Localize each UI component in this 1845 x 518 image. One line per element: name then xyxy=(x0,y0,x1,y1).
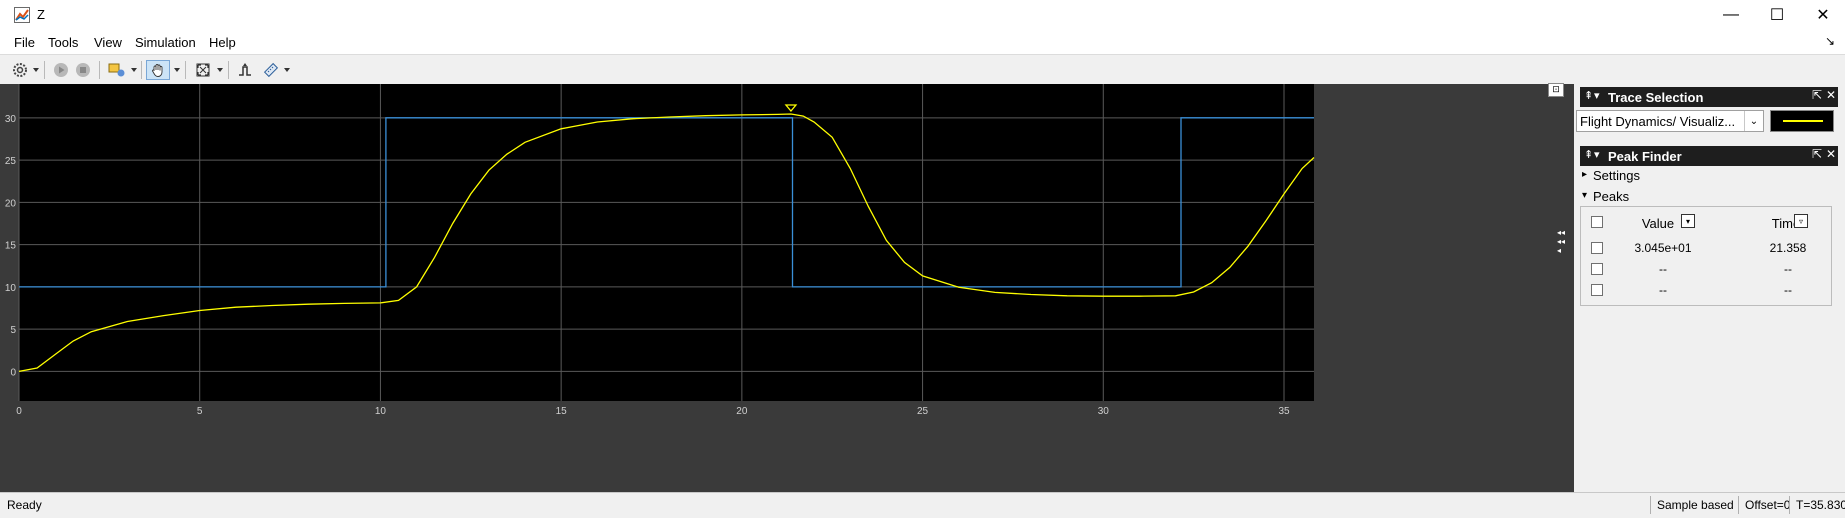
x-tick-label: 5 xyxy=(197,406,203,417)
settings-expander-icon[interactable]: ▸ xyxy=(1582,169,1587,180)
trace-signal-select[interactable]: Flight Dynamics/ Visualiz... ⌄ xyxy=(1576,110,1764,132)
measurement-icon[interactable] xyxy=(260,60,282,80)
undock-panel-icon[interactable]: ⇱ xyxy=(1812,147,1822,161)
y-tick-label: 10 xyxy=(5,283,17,294)
select-all-checkbox[interactable] xyxy=(1591,216,1603,228)
stop-icon[interactable] xyxy=(74,60,92,80)
toolbar-separator xyxy=(228,61,229,79)
time-status: T=35.830 xyxy=(1789,496,1845,514)
layout-dropdown-icon[interactable] xyxy=(131,68,137,72)
measurement-dropdown-icon[interactable] xyxy=(284,68,290,72)
matlab-app-icon xyxy=(14,7,30,23)
y-tick-label: 20 xyxy=(5,198,17,209)
menu-bar: File Tools View Simulation Help ↘ xyxy=(0,30,1845,54)
y-tick-label: 25 xyxy=(5,156,17,167)
status-bar: Ready Sample based Offset=0 T=35.830 xyxy=(0,492,1845,518)
y-tick-label: 5 xyxy=(10,325,16,336)
pin-icon[interactable]: ⇞ xyxy=(1584,89,1593,102)
y-tick-label: 0 xyxy=(10,367,16,378)
toolbar-separator xyxy=(44,61,45,79)
trace-selection-title: Trace Selection xyxy=(1608,89,1704,105)
close-panel-icon[interactable]: ✕ xyxy=(1826,88,1836,102)
x-tick-label: 25 xyxy=(917,406,929,417)
x-tick-label: 15 xyxy=(556,406,568,417)
sample-mode-status: Sample based xyxy=(1650,496,1739,514)
scope-display[interactable]: 0 5 10 15 20 25 30 35 0 5 10 15 20 25 30 ⊡ ◂◂◂◂◂ xyxy=(0,83,1574,492)
trace-selection-header: ⇞ ▾ Trace Selection ⇱ ✕ xyxy=(1580,87,1838,107)
triggers-icon[interactable] xyxy=(234,60,256,80)
offset-status: Offset=0 xyxy=(1738,496,1795,514)
title-bar: Z — ☐ ✕ xyxy=(0,0,1845,30)
menu-file[interactable]: File xyxy=(14,35,35,50)
settings-section[interactable]: Settings xyxy=(1593,168,1640,183)
chevron-down-icon[interactable]: ⌄ xyxy=(1744,111,1763,131)
window-title: Z xyxy=(37,7,45,22)
undock-panel-icon[interactable]: ⇱ xyxy=(1812,88,1822,102)
expand-plot-icon[interactable]: ⊡ xyxy=(1548,83,1564,97)
peak-time: 21.358 xyxy=(1769,241,1807,255)
panel-menu-icon[interactable]: ▾ xyxy=(1594,89,1600,102)
zoom-dropdown-icon[interactable] xyxy=(217,68,223,72)
menu-view[interactable]: View xyxy=(94,35,122,50)
menu-help[interactable]: Help xyxy=(209,35,236,50)
trace-color-line xyxy=(1783,120,1823,122)
column-header-value: Value xyxy=(1641,216,1675,231)
run-icon[interactable] xyxy=(52,60,70,80)
scope-plot[interactable]: 0 5 10 15 20 25 30 35 0 5 10 15 20 25 30 xyxy=(0,84,1574,492)
x-tick-label: 35 xyxy=(1278,406,1290,417)
trace-line-style-swatch[interactable] xyxy=(1770,110,1834,132)
y-tick-label: 15 xyxy=(5,241,17,252)
collapse-panel-arrows-icon[interactable]: ◂◂◂◂◂ xyxy=(1557,228,1569,255)
plot-axes xyxy=(19,84,1314,401)
value-sort-icon[interactable]: ▾ xyxy=(1681,214,1695,228)
layout-icon[interactable] xyxy=(106,60,128,80)
peak-row-checkbox[interactable] xyxy=(1591,242,1603,254)
close-window-button[interactable]: ✕ xyxy=(1800,0,1845,30)
peaks-section[interactable]: Peaks xyxy=(1593,189,1629,204)
plot-area xyxy=(19,84,1314,401)
peak-value: -- xyxy=(1659,283,1667,297)
toolbar-separator xyxy=(141,61,142,79)
pan-dropdown-icon[interactable] xyxy=(174,68,180,72)
toolbar-separator xyxy=(99,61,100,79)
menu-tools[interactable]: Tools xyxy=(48,35,78,50)
x-tick-label: 30 xyxy=(1098,406,1110,417)
peak-row-checkbox[interactable] xyxy=(1591,284,1603,296)
peak-finder-title: Peak Finder xyxy=(1608,148,1682,164)
peak-value: -- xyxy=(1659,262,1667,276)
zoom-fit-icon[interactable] xyxy=(192,60,214,80)
peak-row-checkbox[interactable] xyxy=(1591,263,1603,275)
menu-simulation[interactable]: Simulation xyxy=(135,35,196,50)
peaks-table: Value ▾ Time ▿ 3.045e+01 21.358 -- -- --… xyxy=(1580,206,1832,306)
pan-hand-icon[interactable] xyxy=(146,60,170,80)
peak-finder-header: ⇞ ▾ Peak Finder ⇱ ✕ xyxy=(1580,146,1838,166)
panel-menu-icon[interactable]: ▾ xyxy=(1594,148,1600,161)
undock-figure-icon[interactable]: ↘ xyxy=(1825,34,1835,48)
x-tick-label: 10 xyxy=(375,406,387,417)
x-tick-label: 0 xyxy=(16,406,22,417)
trace-signal-value: Flight Dynamics/ Visualiz... xyxy=(1580,114,1736,129)
toolbar xyxy=(0,54,1845,86)
peak-value: 3.045e+01 xyxy=(1634,241,1692,255)
settings-dropdown-icon[interactable] xyxy=(33,68,39,72)
close-panel-icon[interactable]: ✕ xyxy=(1826,147,1836,161)
toolbar-separator xyxy=(185,61,186,79)
peak-time: -- xyxy=(1784,283,1792,297)
peaks-expander-icon[interactable]: ▾ xyxy=(1582,190,1587,201)
y-tick-label: 30 xyxy=(5,114,17,125)
pin-icon[interactable]: ⇞ xyxy=(1584,148,1593,161)
x-tick-label: 20 xyxy=(736,406,748,417)
status-text: Ready xyxy=(7,498,42,512)
minimize-button[interactable]: — xyxy=(1708,0,1754,30)
time-sort-icon[interactable]: ▿ xyxy=(1794,214,1808,228)
maximize-button[interactable]: ☐ xyxy=(1754,0,1800,30)
peak-time: -- xyxy=(1784,262,1792,276)
settings-icon[interactable] xyxy=(9,60,31,80)
